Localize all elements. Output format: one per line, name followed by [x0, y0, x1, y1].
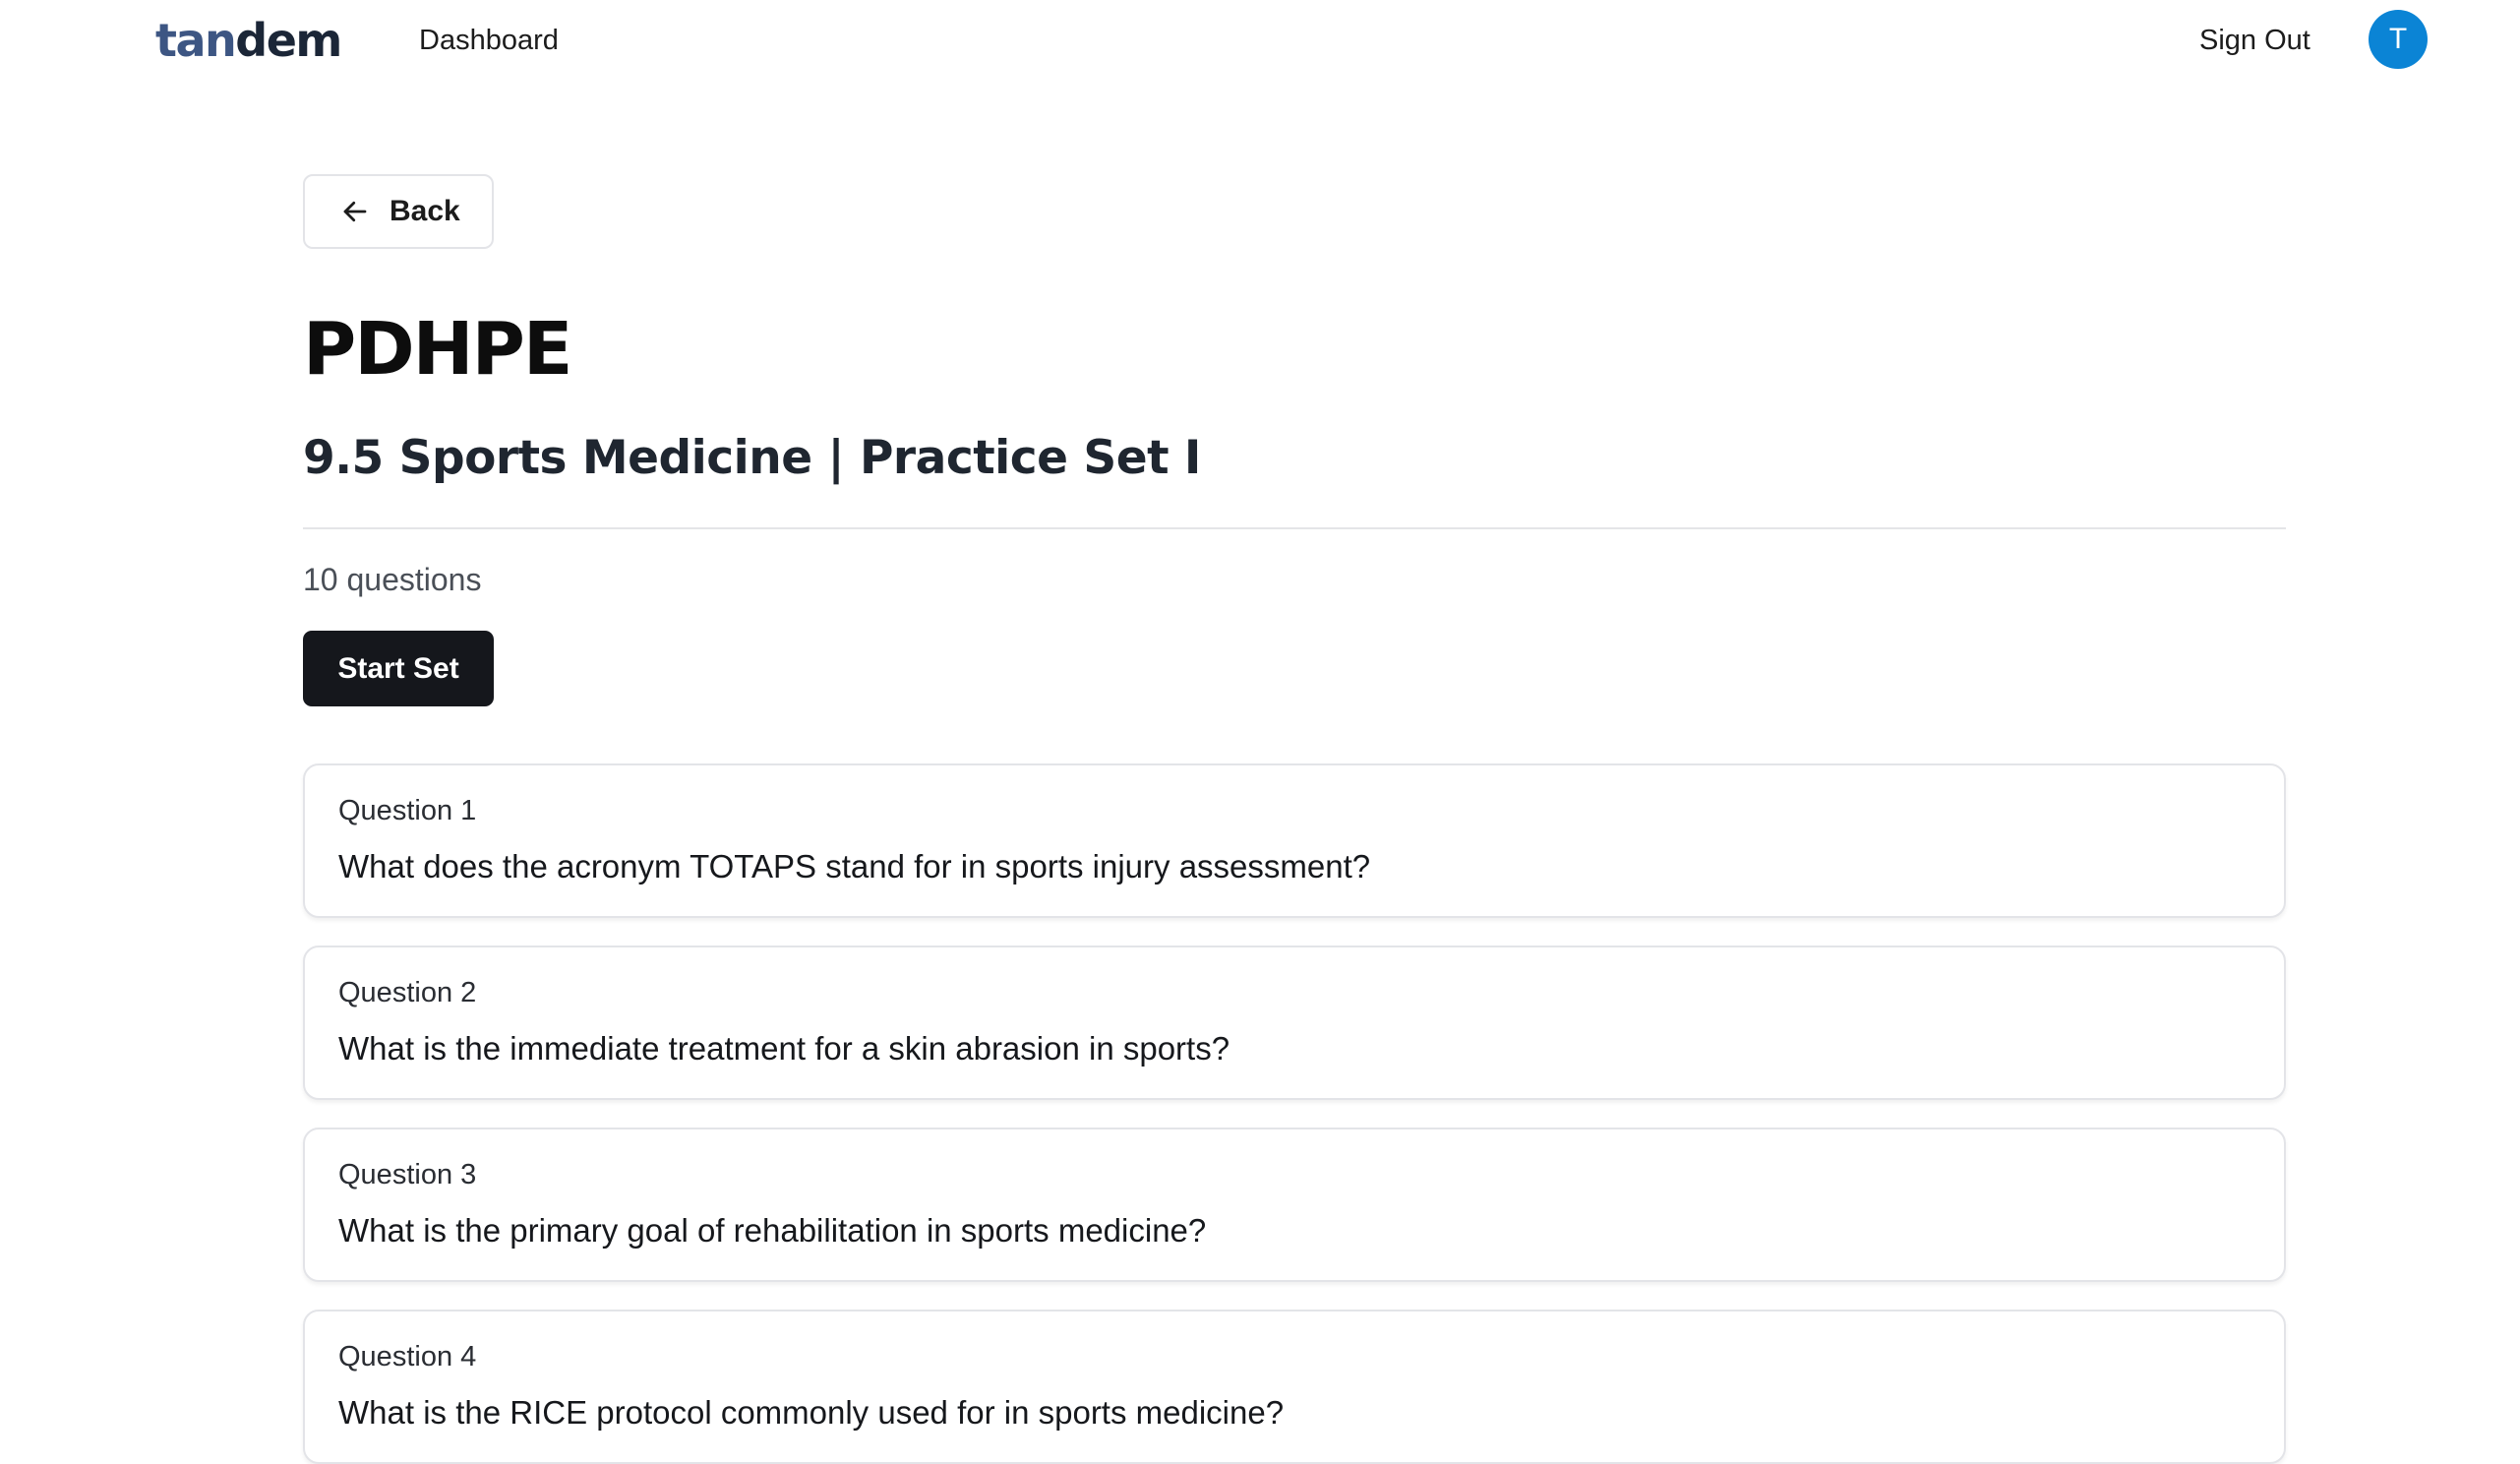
question-card-3[interactable]: Question 3 What is the primary goal of r…	[303, 1128, 2286, 1282]
logo-text-tan: tan	[155, 14, 237, 67]
nav-link-dashboard[interactable]: Dashboard	[419, 18, 559, 63]
question-number: Question 3	[338, 1159, 477, 1190]
back-button-label: Back	[390, 195, 460, 227]
start-set-button[interactable]: Start Set	[303, 631, 494, 706]
arrow-left-icon	[343, 201, 367, 222]
question-text: What is the immediate treatment for a sk…	[338, 1030, 1230, 1067]
back-button[interactable]: Back	[303, 174, 494, 249]
question-text: What is the primary goal of rehabilitati…	[338, 1212, 1207, 1249]
practice-set-title: 9.5 Sports Medicine | Practice Set I	[303, 431, 1201, 485]
tandem-logo[interactable]: tandem	[155, 8, 342, 73]
question-number: Question 1	[338, 795, 477, 826]
question-text: What is the RICE protocol commonly used …	[338, 1394, 1285, 1431]
sign-out-link[interactable]: Sign Out	[2199, 18, 2310, 63]
subject-title: PDHPE	[303, 307, 572, 392]
top-navigation: tandem Dashboard Sign Out T	[0, 0, 2520, 81]
question-card-4[interactable]: Question 4 What is the RICE protocol com…	[303, 1310, 2286, 1464]
question-number: Question 4	[338, 1341, 477, 1372]
question-card-1[interactable]: Question 1 What does the acronym TOTAPS …	[303, 763, 2286, 918]
question-card-2[interactable]: Question 2 What is the immediate treatme…	[303, 946, 2286, 1100]
question-count: 10 questions	[303, 562, 482, 597]
question-text: What does the acronym TOTAPS stand for i…	[338, 848, 1371, 884]
logo-text-dem: dem	[235, 14, 342, 67]
question-number: Question 2	[338, 977, 477, 1008]
section-divider	[303, 527, 2286, 529]
user-avatar[interactable]: T	[2369, 10, 2428, 69]
